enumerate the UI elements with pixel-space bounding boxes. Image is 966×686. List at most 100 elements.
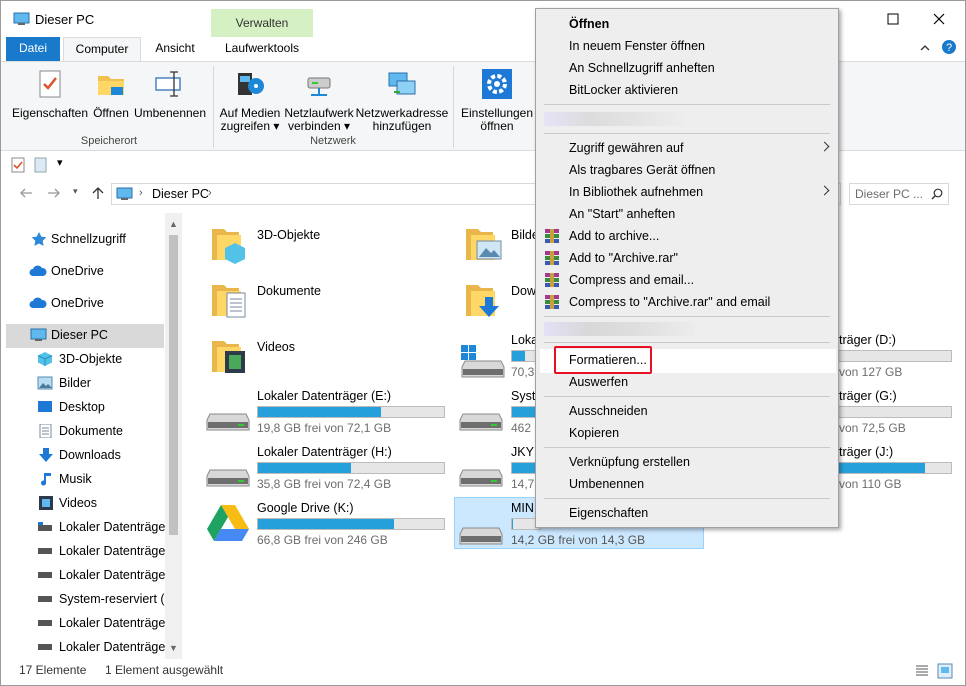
drive-name: Google Drive (K:): [257, 501, 354, 515]
breadcrumb-chevron-icon[interactable]: ›: [208, 187, 212, 199]
network-location-icon: [388, 72, 416, 95]
menu-item-open-new-window[interactable]: In neuem Fenster öffnen: [536, 35, 838, 57]
tab-view[interactable]: Ansicht: [144, 37, 206, 61]
open-label: Öffnen: [93, 106, 129, 120]
network-group-label: Netzwerk: [310, 135, 356, 147]
folder-documents-icon: [212, 285, 246, 318]
cube-icon: [37, 352, 53, 366]
nav-this-pc[interactable]: Dieser PC: [6, 324, 164, 348]
menu-item-open-portable[interactable]: Als tragbares Gerät öffnen: [536, 159, 838, 181]
document-icon: [39, 424, 52, 438]
drive-free-space: von 72,5 GB: [839, 421, 906, 435]
up-arrow-icon[interactable]: [91, 186, 105, 200]
media-access-button[interactable]: Auf Medien zugreifen ▾: [217, 68, 283, 133]
usb-drive-icon: [459, 527, 503, 545]
folder-videos-icon: [212, 341, 245, 373]
back-arrow-icon[interactable]: [19, 187, 33, 199]
menu-item-compress-rar-email[interactable]: Compress to "Archive.rar" and email: [536, 291, 838, 313]
menu-item-bitlocker[interactable]: BitLocker aktivieren: [536, 79, 838, 101]
recent-locations-chevron-icon[interactable]: ▾: [73, 186, 78, 197]
manage-group-header[interactable]: Verwalten: [211, 9, 313, 37]
settings-gear-icon: [482, 69, 512, 99]
menu-label: Compress and email...: [569, 273, 695, 287]
menu-separator: [544, 498, 830, 499]
svg-text:?: ?: [946, 42, 952, 54]
winrar-icon: [545, 251, 559, 265]
drive-usage-bar: [839, 462, 952, 474]
drive-windows-icon: [38, 522, 52, 531]
tab-drive-tools[interactable]: Laufwerktools: [211, 37, 313, 61]
open-settings-button[interactable]: Einstellungen öffnen: [457, 68, 537, 133]
hard-drive-icon: [459, 413, 503, 431]
search-icon: [931, 188, 943, 200]
blurred-menu-item[interactable]: [544, 112, 694, 126]
menu-label: Zugriff gewähren auf: [569, 141, 684, 155]
menu-item-compress-email[interactable]: Compress and email...: [536, 269, 838, 291]
film-icon: [39, 496, 53, 510]
folder-3d-objects-icon: [212, 229, 245, 264]
hard-drive-icon: [206, 413, 250, 431]
menu-item-open[interactable]: Öffnen: [536, 13, 838, 35]
menu-item-eject[interactable]: Auswerfen: [536, 371, 838, 393]
tab-file[interactable]: Datei: [6, 37, 60, 61]
cloud-icon: [29, 265, 47, 276]
menu-item-copy[interactable]: Kopieren: [536, 422, 838, 444]
nav-scrollbar[interactable]: ▲ ▼: [165, 213, 182, 659]
map-network-drive-button[interactable]: Netzlaufwerk verbinden ▾: [283, 68, 355, 133]
nav-scrollbar-thumb[interactable]: [169, 235, 178, 535]
menu-item-cut[interactable]: Ausschneiden: [536, 400, 838, 422]
nav-label: 3D-Objekte: [59, 352, 123, 366]
search-input[interactable]: Dieser PC ...: [849, 183, 949, 205]
open-button[interactable]: Öffnen: [89, 68, 133, 120]
nav-label: Dieser PC: [51, 328, 108, 342]
breadcrumb-chevron-icon[interactable]: ›: [139, 187, 143, 199]
menu-item-pin-start[interactable]: An "Start" anheften: [536, 203, 838, 225]
menu-item-rename[interactable]: Umbenennen: [536, 473, 838, 495]
details-view-icon[interactable]: [915, 664, 929, 678]
star-icon: [31, 232, 47, 246]
properties-button[interactable]: Eigenschaften: [11, 68, 89, 120]
large-icons-view-icon[interactable]: [937, 663, 953, 679]
add-network-location-button[interactable]: Netzwerkadresse hinzufügen: [355, 68, 449, 133]
drive-name: träger (G:): [839, 389, 897, 403]
google-drive-icon: [207, 505, 249, 541]
new-file-icon[interactable]: [34, 157, 47, 173]
scroll-up-icon[interactable]: ▲: [169, 219, 178, 229]
netdrive-label-2: verbinden: [287, 119, 341, 133]
menu-item-add-rar[interactable]: Add to "Archive.rar": [536, 247, 838, 269]
menu-item-properties[interactable]: Eigenschaften: [536, 502, 838, 524]
maximize-icon[interactable]: [887, 13, 899, 25]
drive-icon: [38, 572, 52, 578]
properties-small-icon[interactable]: [11, 157, 25, 173]
customize-toolbar-icon[interactable]: ▾: [57, 156, 63, 169]
close-icon[interactable]: [933, 13, 945, 25]
menu-item-format[interactable]: Formatieren...: [540, 346, 836, 374]
help-icon[interactable]: ?: [941, 39, 957, 55]
nav-label: OneDrive: [51, 264, 104, 278]
breadcrumb[interactable]: Dieser PC: [152, 187, 209, 201]
menu-item-add-archive[interactable]: Add to archive...: [536, 225, 838, 247]
menu-item-create-shortcut[interactable]: Verknüpfung erstellen: [536, 451, 838, 473]
drive-usage-bar: [257, 462, 445, 474]
drive-usage-bar: [839, 350, 952, 362]
nav-label: Lokaler Datenträger: [59, 520, 170, 534]
nav-label: Downloads: [59, 448, 121, 462]
music-note-icon: [41, 473, 51, 486]
search-placeholder: Dieser PC ...: [855, 187, 924, 201]
tab-computer[interactable]: Computer: [63, 37, 141, 62]
forward-arrow-icon[interactable]: [47, 187, 61, 199]
menu-item-include-library[interactable]: In Bibliothek aufnehmen: [536, 181, 838, 203]
item-count: 17 Elemente: [19, 663, 87, 677]
ribbon-separator: [453, 66, 454, 148]
computer-icon: [13, 12, 30, 25]
scroll-down-icon[interactable]: ▼: [169, 643, 178, 653]
menu-item-pin-quick-access[interactable]: An Schnellzugriff anheften: [536, 57, 838, 79]
drive-free-space: von 110 GB: [839, 477, 902, 491]
winrar-icon: [545, 295, 559, 309]
ribbon-collapse-icon[interactable]: [919, 43, 931, 53]
drive-free-space: 14,7: [511, 477, 535, 491]
rename-button[interactable]: Umbenennen: [133, 68, 207, 120]
menu-item-grant-access[interactable]: Zugriff gewähren auf: [536, 137, 838, 159]
blurred-menu-item[interactable]: [544, 322, 694, 336]
menu-label: Add to "Archive.rar": [569, 251, 678, 265]
